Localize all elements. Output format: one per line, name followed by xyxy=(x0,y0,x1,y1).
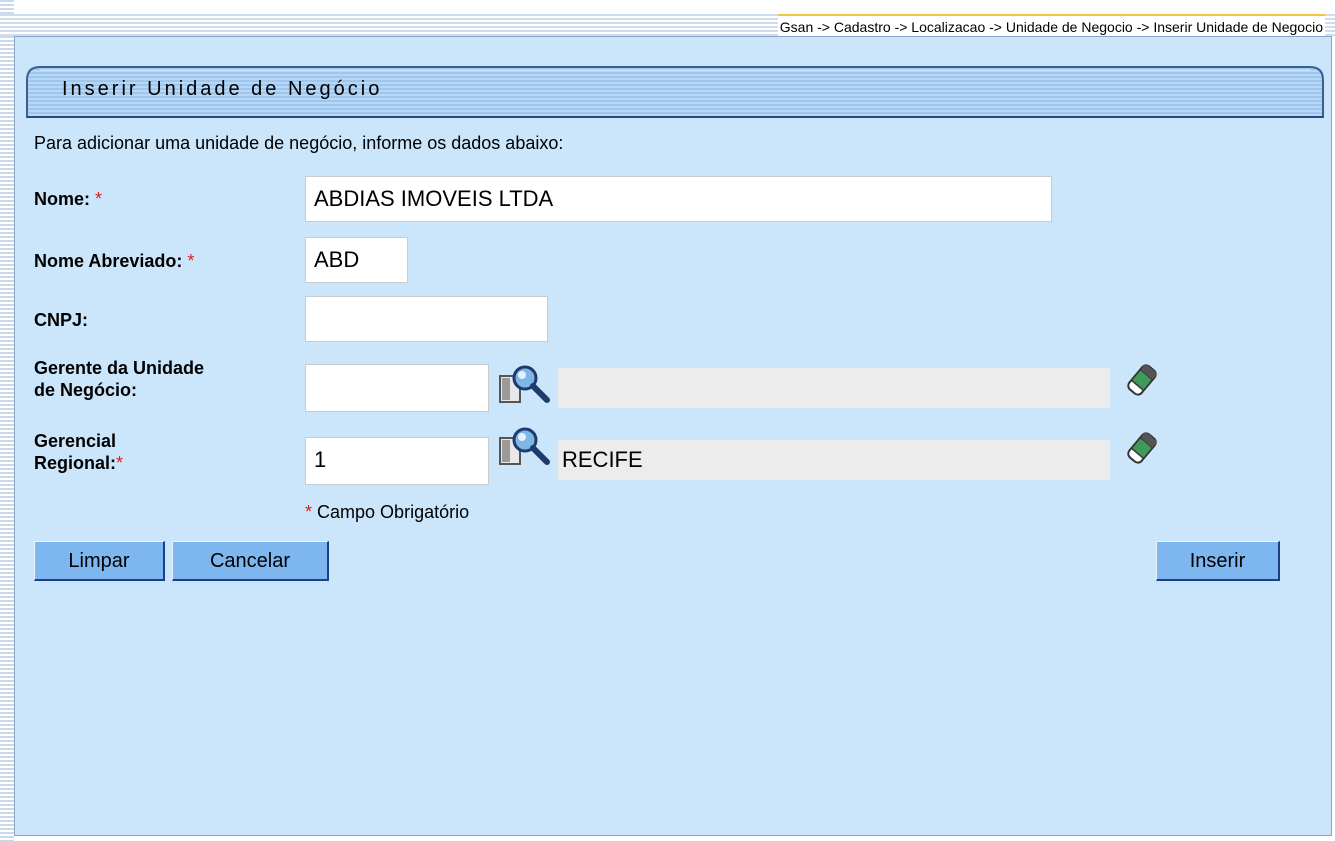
gerente-label-line1: Gerente da Unidade xyxy=(34,358,205,378)
required-mark: * xyxy=(187,251,195,271)
cnpj-label: CNPJ: xyxy=(34,309,88,331)
cnpj-label-text: CNPJ: xyxy=(34,310,89,330)
form-intro: Para adicionar uma unidade de negócio, i… xyxy=(34,133,564,153)
cnpj-input[interactable] xyxy=(305,296,548,342)
required-note-text: Campo Obrigatório xyxy=(317,502,470,522)
search-icon[interactable] xyxy=(498,364,552,412)
cancelar-button[interactable]: Cancelar xyxy=(172,541,329,581)
required-mark: * xyxy=(95,189,103,209)
required-mark: * xyxy=(116,453,124,473)
gerencial-label-line2: Regional: xyxy=(34,453,117,473)
gerente-label-line2: de Negócio: xyxy=(34,380,138,400)
gerente-description xyxy=(558,368,1110,408)
inserir-button[interactable]: Inserir xyxy=(1156,541,1280,581)
breadcrumb: Gsan -> Cadastro -> Localizacao -> Unida… xyxy=(777,14,1325,38)
gerente-code-input[interactable] xyxy=(305,364,489,412)
required-note: * Campo Obrigatório xyxy=(305,502,469,523)
page: Gsan -> Cadastro -> Localizacao -> Unida… xyxy=(0,0,1335,841)
eraser-icon[interactable] xyxy=(1122,428,1162,468)
nome-abreviado-label: Nome Abreviado: * xyxy=(34,250,194,272)
gerencial-code-input[interactable]: 1 xyxy=(305,437,489,485)
form-header: Inserir Unidade de Negócio xyxy=(26,66,1324,118)
gerencial-label-line2-wrap: Regional:* xyxy=(34,452,123,474)
eraser-icon[interactable] xyxy=(1122,360,1162,400)
gerencial-regional-label: Gerencial Regional:* xyxy=(34,430,123,474)
nome-abreviado-input[interactable]: ABD xyxy=(305,237,408,283)
nome-input[interactable]: ABDIAS IMOVEIS LTDA xyxy=(305,176,1052,222)
nome-label: Nome: * xyxy=(34,188,102,210)
search-icon[interactable] xyxy=(498,426,552,474)
left-decorative-strip xyxy=(0,0,14,841)
limpar-button[interactable]: Limpar xyxy=(34,541,165,581)
gerente-label: Gerente da Unidade de Negócio: xyxy=(34,357,204,401)
gerencial-description: RECIFE xyxy=(558,440,1110,480)
gerencial-label-line1: Gerencial xyxy=(34,431,117,451)
nome-abreviado-label-text: Nome Abreviado: xyxy=(34,251,183,271)
required-mark: * xyxy=(305,502,313,522)
form-title: Inserir Unidade de Negócio xyxy=(62,78,383,100)
nome-label-text: Nome: xyxy=(34,189,91,209)
